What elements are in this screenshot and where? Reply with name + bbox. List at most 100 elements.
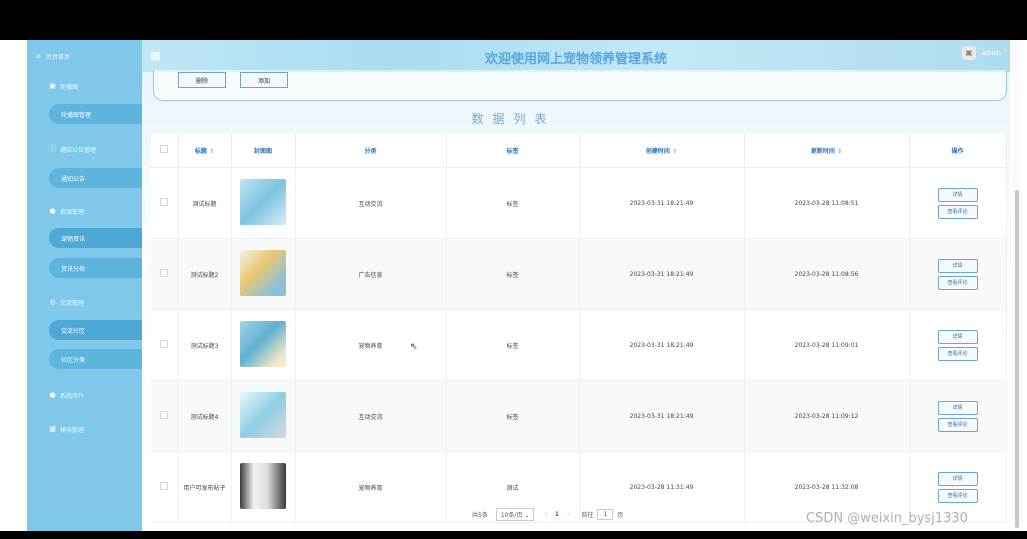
view-comments-button[interactable]: 查看评论: [937, 417, 978, 432]
chevron-down-icon: ⌄: [524, 511, 530, 519]
row-category: 宠物养育: [295, 309, 447, 381]
bottom-black-bar: [0, 531, 1027, 539]
row-checkbox[interactable]: [151, 309, 179, 381]
delete-button[interactable]: 删除: [178, 72, 226, 88]
sidebar-item-community-category[interactable]: 社区分类: [49, 349, 157, 369]
cover-image: [231, 451, 296, 523]
column-header-category: 分类: [295, 133, 447, 168]
sidebar-item-label: 社区分类: [61, 356, 86, 364]
row-category: 宠物养育: [295, 451, 447, 523]
detail-button[interactable]: 详情: [937, 329, 978, 344]
user-icon: ●: [49, 390, 56, 399]
sidebar-group-label: 轮播图: [60, 83, 79, 91]
row-created: 2023-03-31 18:21:49: [579, 238, 745, 310]
row-created: 2023-03-31 18:21:49: [579, 167, 745, 239]
page-size-select[interactable]: 10条/页 ⌄: [495, 507, 535, 521]
sidebar-item-community[interactable]: 交流社区: [49, 320, 157, 340]
detail-button[interactable]: 详情: [937, 471, 978, 486]
row-category: 广告信息: [295, 238, 447, 310]
cover-image: [231, 167, 296, 239]
view-comments-button[interactable]: 查看评论: [937, 275, 978, 290]
goto-page-input[interactable]: 1: [597, 508, 614, 520]
pagination-total: 共5条: [472, 511, 488, 519]
view-comments-button[interactable]: 查看评论: [937, 204, 978, 219]
cover-image: [231, 380, 296, 452]
row-category: 互动交流: [295, 167, 447, 239]
scrollbar-thumb[interactable]: [1015, 190, 1019, 528]
row-updated: 2023-03-28 11:09:12: [744, 380, 910, 452]
sidebar-item-pet-info[interactable]: 宠物资讯: [49, 228, 157, 248]
row-updated: 2023-03-28 11:08:56: [744, 238, 910, 310]
next-page-icon[interactable]: ›: [567, 511, 569, 518]
row-updated: 2023-03-28 11:09:01: [744, 309, 910, 381]
row-actions: 详情 查看评论: [909, 309, 1007, 381]
pagination: 共5条 10条/页 ⌄ ‹ 1 › 前往 1 页: [472, 507, 623, 521]
row-actions: 详情 查看评论: [909, 238, 1007, 310]
location-icon: ●: [49, 206, 56, 215]
grid-icon: ▦: [49, 424, 56, 433]
row-updated: 2023-03-28 11:08:51: [744, 167, 910, 239]
row-created: 2023-03-31 18:21:49: [579, 380, 745, 452]
add-button[interactable]: 添加: [240, 72, 288, 88]
row-title: 用户可发布帖子: [178, 451, 232, 523]
column-header-tag: 标签: [446, 133, 580, 168]
sidebar-group-label: 系统用户: [60, 392, 85, 400]
column-header-updated[interactable]: 更新时间 ⇕: [744, 133, 910, 168]
sidebar-item-label: 通知公告: [61, 175, 86, 183]
mouse-cursor-icon: ⇖: [410, 342, 418, 352]
column-header-created[interactable]: 创建时间 ⇕: [579, 133, 745, 168]
sidebar-item-label: 资讯分类: [61, 265, 86, 273]
column-header-title[interactable]: 标题 ⇕: [178, 133, 232, 168]
sidebar-item-label: 交流社区: [61, 327, 86, 335]
info-icon: ⓘ: [49, 144, 56, 153]
row-title: 测试标题: [178, 167, 232, 239]
row-title: 测试标题3: [178, 309, 232, 381]
row-tag: 标签: [446, 167, 580, 239]
sort-icon: ⇕: [672, 147, 678, 155]
sidebar-item-home[interactable]: ⌂ 后台首页: [27, 48, 150, 64]
detail-button[interactable]: 详情: [937, 187, 978, 202]
page-title: 欢迎使用网上宠物领养管理系统: [484, 52, 667, 67]
row-actions: 详情 查看评论: [909, 167, 1007, 239]
detail-button[interactable]: 详情: [937, 400, 978, 415]
data-table: 标题 ⇕ 封面图 分类 标签 创建时间 ⇕ 更新时间 ⇕ 操作 测试标题 互动交…: [151, 133, 1007, 523]
sidebar-group-label: 模块管理: [60, 426, 85, 434]
sort-icon: ⇕: [837, 147, 843, 155]
prev-page-icon[interactable]: ‹: [544, 511, 546, 518]
sidebar-item-notice[interactable]: 通知公告: [49, 168, 157, 188]
column-header-cover: 封面图: [231, 133, 296, 168]
sidebar-group-label: 资源管理: [60, 208, 85, 216]
row-tag: 标签: [446, 238, 580, 310]
sidebar-item-label: 宠物资讯: [61, 235, 86, 243]
top-black-bar: [0, 0, 1027, 40]
row-checkbox[interactable]: [151, 451, 179, 523]
view-comments-button[interactable]: 查看评论: [937, 488, 978, 503]
row-checkbox[interactable]: [151, 238, 179, 310]
row-actions: 详情 查看评论: [909, 380, 1007, 452]
avatar[interactable]: ▣: [962, 46, 976, 60]
table-header-row: 标题 ⇕ 封面图 分类 标签 创建时间 ⇕ 更新时间 ⇕ 操作: [151, 133, 1007, 168]
row-tag: 标签: [446, 309, 580, 381]
cover-image: [231, 238, 296, 310]
current-page[interactable]: 1: [555, 511, 559, 518]
row-checkbox[interactable]: [151, 167, 179, 239]
table-row: 测试标题2 广告信息 标签 2023-03-31 18:21:49 2023-0…: [151, 238, 1007, 310]
user-name[interactable]: admin: [982, 50, 1001, 57]
sidebar-item-info-category[interactable]: 资讯分类: [49, 258, 157, 278]
row-title: 测试标题2: [178, 238, 232, 310]
row-created: 2023-03-31 18:21:49: [579, 309, 745, 381]
sidebar-group-label: 通知公告管理: [60, 146, 97, 154]
row-checkbox[interactable]: [151, 380, 179, 452]
header: ▦ 欢迎使用网上宠物领养管理系统 ▣ admin: [142, 40, 1010, 72]
cover-image: [231, 309, 296, 381]
row-category: 互动交流: [295, 380, 447, 452]
sidebar-group-label: 交流管理: [60, 299, 85, 307]
home-icon: ⌂: [36, 51, 41, 60]
goto-prefix: 前往: [581, 511, 594, 519]
select-all-checkbox[interactable]: [151, 133, 179, 168]
table-row: 测试标题 互动交流 标签 2023-03-31 18:21:49 2023-03…: [151, 167, 1007, 239]
view-comments-button[interactable]: 查看评论: [937, 346, 978, 361]
row-title: 测试标题4: [178, 380, 232, 452]
detail-button[interactable]: 详情: [937, 258, 978, 273]
watermark: CSDN @weixin_bysj1330: [806, 511, 968, 526]
